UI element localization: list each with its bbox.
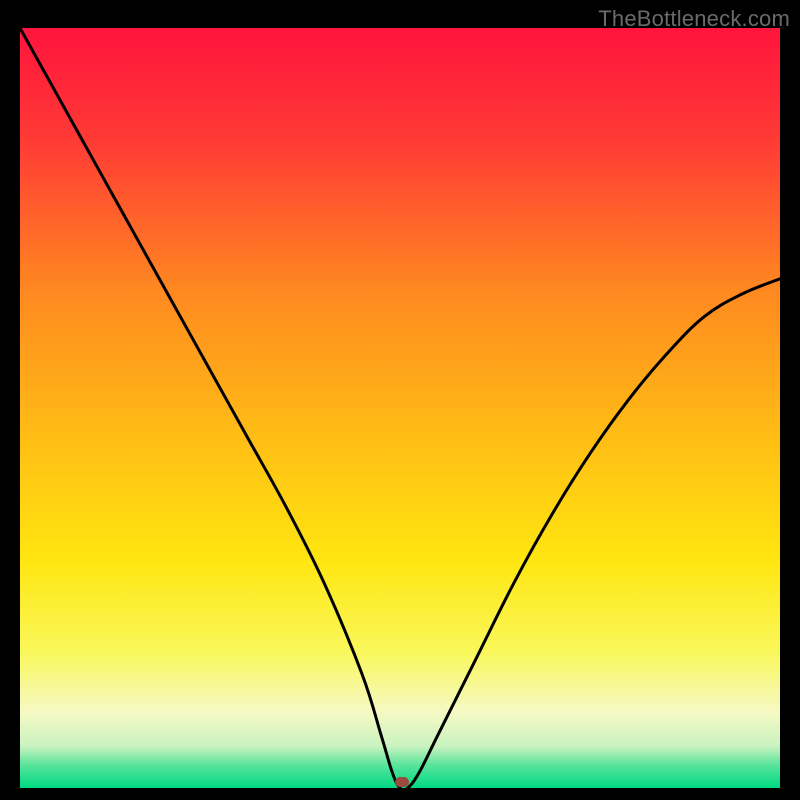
chart-svg [20, 28, 780, 788]
watermark-label: TheBottleneck.com [598, 6, 790, 32]
plot-area [20, 28, 780, 788]
optimal-marker [395, 777, 409, 787]
chart-frame: TheBottleneck.com [0, 0, 800, 800]
gradient-background [20, 28, 780, 788]
